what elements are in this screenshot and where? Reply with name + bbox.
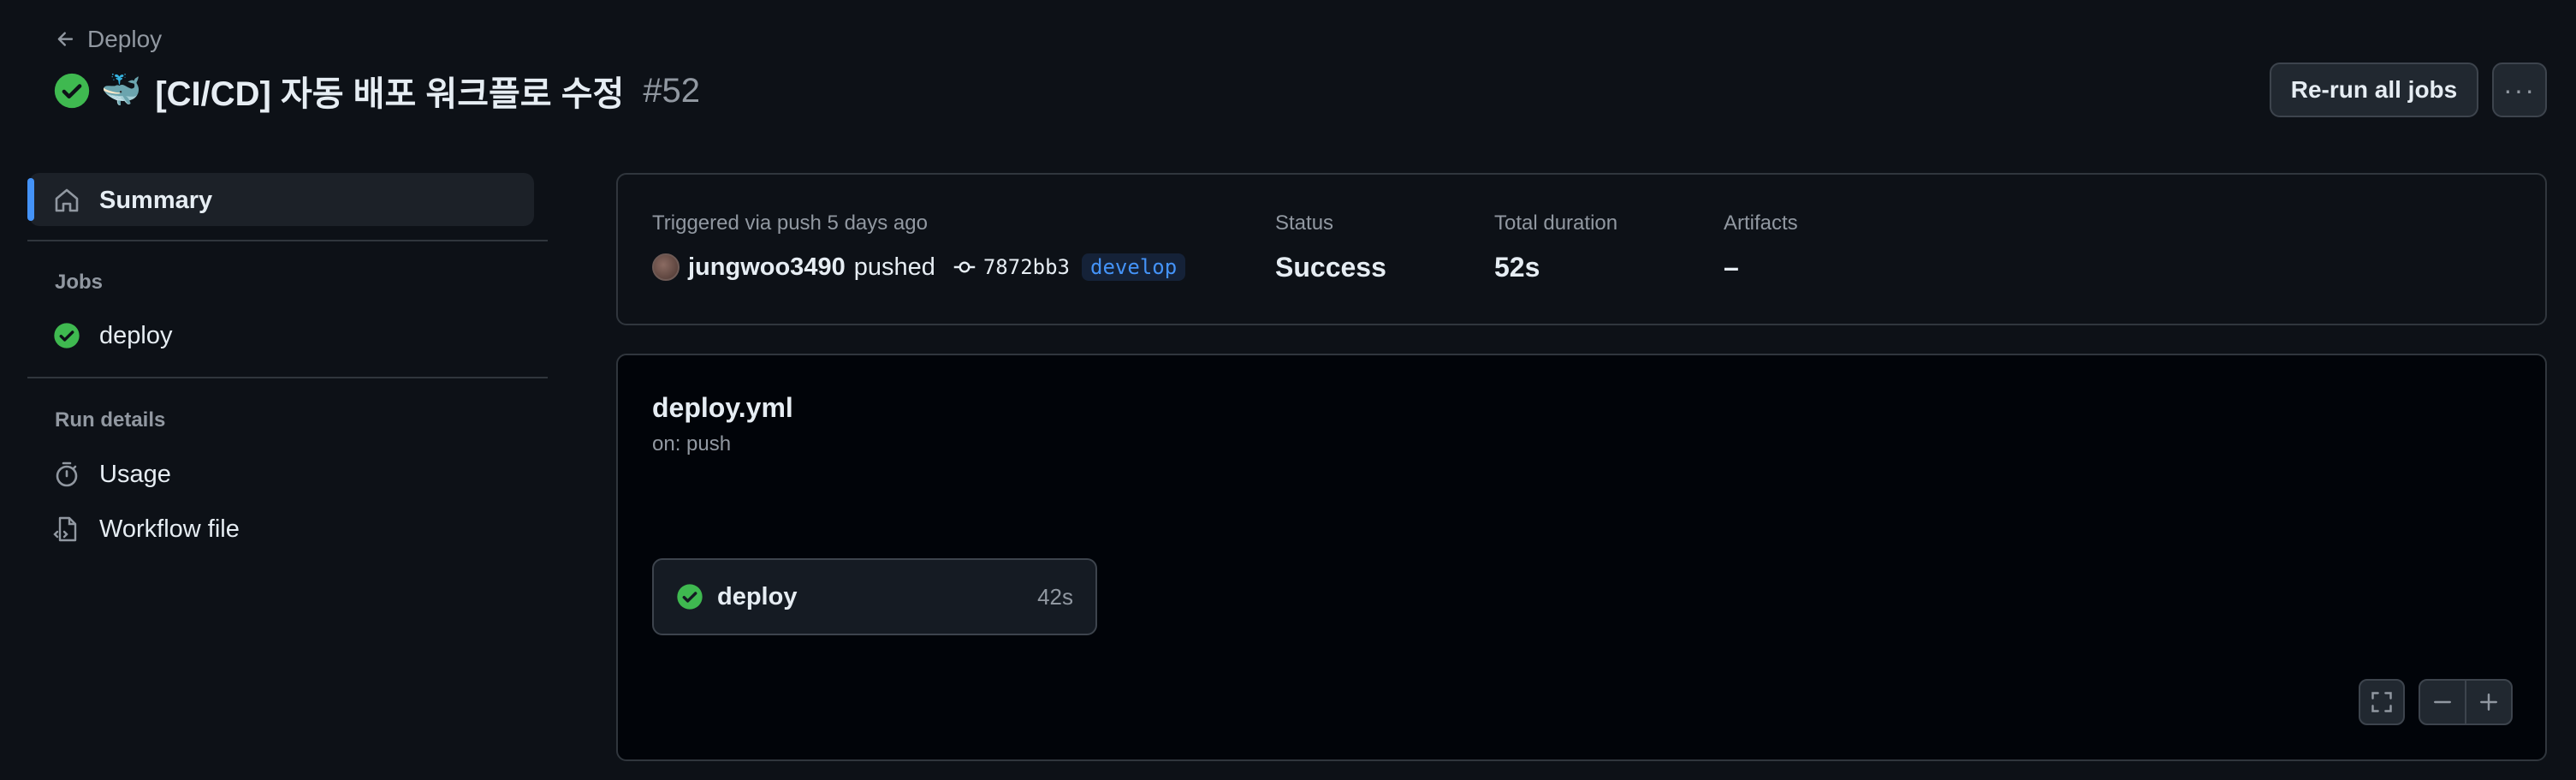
workflow-name: deploy.yml bbox=[652, 392, 793, 423]
jobs-heading: Jobs bbox=[55, 271, 104, 294]
trigger-text: Triggered via push 5 days ago bbox=[652, 211, 928, 235]
status-label: Status bbox=[1275, 211, 1334, 235]
plus-icon bbox=[2480, 694, 2497, 711]
status-value: Success bbox=[1275, 252, 1386, 283]
duration-label: Total duration bbox=[1494, 211, 1618, 235]
sidebar-summary-label: Summary bbox=[99, 186, 213, 214]
sidebar-item-deploy[interactable]: deploy bbox=[53, 320, 172, 351]
job-duration: 42s bbox=[1037, 583, 1073, 610]
username-link[interactable]: jungwoo3490 bbox=[688, 253, 846, 282]
minus-icon bbox=[2434, 700, 2451, 704]
job-node-deploy[interactable]: deploy 42s bbox=[652, 558, 1097, 635]
whale-emoji: 🐳 bbox=[101, 73, 142, 109]
more-actions-button[interactable]: ··· bbox=[2492, 63, 2547, 117]
artifacts-label: Artifacts bbox=[1724, 211, 1798, 235]
back-link-label: Deploy bbox=[87, 26, 163, 52]
artifacts-value: – bbox=[1724, 252, 1739, 283]
git-commit-icon bbox=[953, 261, 976, 273]
screen-full-icon bbox=[2371, 692, 2392, 712]
summary-card bbox=[616, 173, 2547, 325]
zoom-in-button[interactable] bbox=[2465, 681, 2511, 723]
rerun-all-jobs-button[interactable]: Re-run all jobs bbox=[2270, 63, 2478, 117]
back-link[interactable]: Deploy bbox=[55, 24, 162, 55]
sidebar-item-workflow-file[interactable]: Workflow file bbox=[53, 514, 240, 545]
sidebar-job-label: deploy bbox=[99, 321, 173, 349]
page-title: 🐳 [CI/CD] 자동 배포 워크플로 수정 #52 bbox=[53, 67, 700, 115]
home-icon bbox=[55, 188, 79, 212]
fit-to-screen-button[interactable] bbox=[2359, 679, 2405, 725]
sidebar-workflow-file-label: Workflow file bbox=[99, 515, 240, 543]
sidebar-divider bbox=[27, 240, 548, 241]
stopwatch-icon bbox=[56, 461, 78, 487]
active-indicator bbox=[27, 178, 34, 221]
sidebar-usage-label: Usage bbox=[99, 460, 171, 488]
check-circle-icon bbox=[54, 323, 80, 348]
run-number: #52 bbox=[643, 71, 701, 110]
title-text: [CI/CD] 자동 배포 워크플로 수정 bbox=[155, 75, 625, 113]
commit-link[interactable]: 7872bb3 bbox=[953, 255, 1070, 279]
zoom-controls bbox=[2419, 679, 2513, 725]
commit-sha: 7872bb3 bbox=[982, 255, 1071, 279]
sidebar-item-usage[interactable]: Usage bbox=[53, 459, 171, 490]
push-action: pushed bbox=[853, 253, 935, 281]
branch-badge[interactable]: develop bbox=[1082, 253, 1186, 281]
file-code-icon bbox=[53, 516, 77, 542]
workflow-trigger: on: push bbox=[652, 432, 732, 455]
check-circle-icon bbox=[677, 584, 703, 610]
arrow-left-icon bbox=[57, 32, 74, 46]
avatar[interactable] bbox=[652, 253, 680, 281]
workflow-graph bbox=[616, 354, 2547, 761]
duration-value: 52s bbox=[1494, 252, 1540, 283]
zoom-out-button[interactable] bbox=[2420, 681, 2465, 723]
check-circle-icon bbox=[54, 73, 90, 109]
job-name: deploy bbox=[717, 582, 798, 610]
sidebar-item-summary-content[interactable]: Summary bbox=[53, 185, 212, 216]
sidebar-divider bbox=[27, 377, 548, 378]
run-details-heading: Run details bbox=[55, 408, 166, 432]
trigger-details: jungwoo3490 pushed 7872bb3 develop bbox=[652, 252, 1186, 283]
